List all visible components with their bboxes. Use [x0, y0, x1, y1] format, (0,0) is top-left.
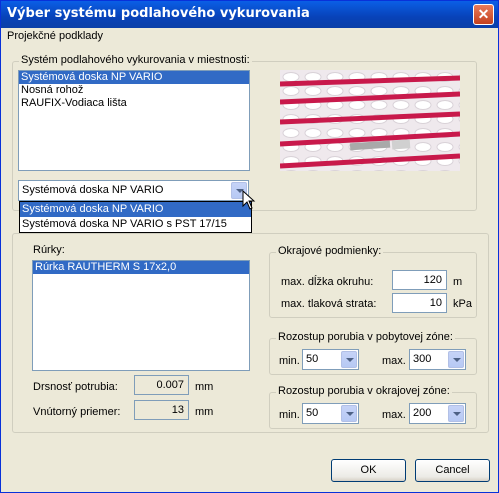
title-bar[interactable]: Výber systému podlahového vykurovania ✕: [1, 1, 498, 28]
spacing-living-max-select[interactable]: 300: [409, 349, 466, 370]
spacing-living-max-value: 300: [413, 353, 432, 365]
spacing-living-min-value: 50: [306, 353, 319, 365]
spacing-edge-min-label: min.: [279, 409, 300, 421]
inner-diameter-field: 13: [134, 400, 189, 420]
menu-item-projekcne-podklady[interactable]: Projekčné podklady: [7, 30, 103, 42]
cancel-button[interactable]: Cancel: [415, 459, 490, 482]
spacing-edge-min-select[interactable]: 50: [302, 403, 359, 424]
system-dropdown-list[interactable]: Systémová doska NP VARIO Systémová doska…: [19, 201, 252, 233]
close-button[interactable]: ✕: [473, 4, 494, 25]
roughness-unit: mm: [195, 381, 214, 393]
max-pressure-unit: kPa: [453, 298, 472, 310]
system-listbox[interactable]: Systémová doska NP VARIO Nosná rohož RAU…: [18, 70, 250, 171]
system-list-item[interactable]: RAUFIX-Vodiaca lišta: [19, 97, 249, 110]
spacing-living-min-label: min.: [279, 355, 300, 367]
pipes-listbox[interactable]: Rúrka RAUTHERM S 17x2,0: [32, 260, 250, 371]
spacing-living-min-select[interactable]: 50: [302, 349, 359, 370]
chevron-down-icon[interactable]: [341, 351, 357, 368]
dropdown-option[interactable]: Systémová doska NP VARIO: [20, 202, 251, 217]
spacing-edge-max-select[interactable]: 200: [409, 403, 466, 424]
dialog-window: Výber systému podlahového vykurovania ✕ …: [0, 0, 499, 493]
system-combo[interactable]: Systémová doska NP VARIO: [18, 180, 249, 201]
boundary-legend: Okrajové podmienky:: [276, 245, 384, 257]
pipes-label: Rúrky:: [33, 244, 65, 256]
spacing-edge-max-label: max.: [382, 409, 406, 421]
spacing-edge-min-value: 50: [306, 407, 319, 419]
roughness-label: Drsnosť potrubia:: [33, 381, 118, 393]
max-length-input[interactable]: 120: [392, 270, 447, 290]
max-pressure-label: max. tlaková strata:: [281, 298, 377, 310]
spacing-edge-legend: Rozostup porubia v okrajovej zóne:: [276, 385, 452, 397]
product-photo: [280, 70, 460, 171]
system-combo-value: Systémová doska NP VARIO: [22, 184, 164, 196]
ok-button[interactable]: OK: [331, 459, 406, 482]
max-pressure-input[interactable]: 10: [392, 293, 447, 313]
chevron-down-icon[interactable]: [448, 405, 464, 422]
mouse-cursor-icon: [242, 190, 256, 210]
inner-diameter-unit: mm: [195, 406, 214, 418]
max-length-unit: m: [453, 276, 463, 288]
spacing-living-legend: Rozostup porubia v pobytovej zóne:: [276, 331, 455, 343]
spacing-edge-max-value: 200: [413, 407, 432, 419]
menu-bar: Projekčné podklady: [1, 28, 498, 46]
roughness-field: 0.007: [134, 375, 189, 395]
max-length-label: max. dĺžka okruhu:: [281, 276, 374, 288]
dropdown-option[interactable]: Systémová doska NP VARIO s PST 17/15: [20, 217, 251, 232]
spacing-living-max-label: max.: [382, 355, 406, 367]
system-group-legend: Systém podlahového vykurovania v miestno…: [19, 54, 252, 66]
chevron-down-icon[interactable]: [448, 351, 464, 368]
window-title: Výber systému podlahového vykurovania: [7, 6, 310, 21]
system-list-item[interactable]: Nosná rohož: [19, 84, 249, 97]
system-list-item[interactable]: Systémová doska NP VARIO: [19, 71, 249, 84]
floor-heating-photo-image: [280, 70, 460, 171]
inner-diameter-label: Vnútorný priemer:: [33, 406, 121, 418]
chevron-down-icon[interactable]: [341, 405, 357, 422]
pipe-list-item[interactable]: Rúrka RAUTHERM S 17x2,0: [33, 261, 249, 274]
